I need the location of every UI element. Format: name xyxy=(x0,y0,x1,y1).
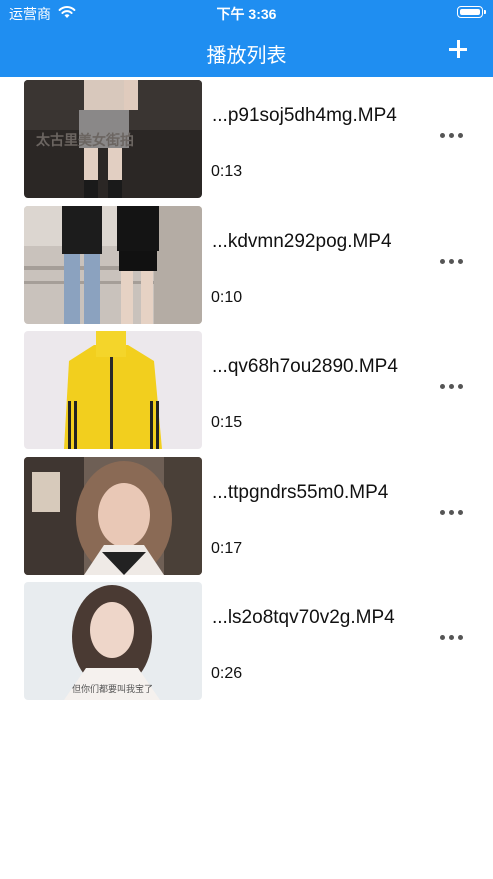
thumbnail-image xyxy=(24,206,202,324)
video-duration: 0:10 xyxy=(211,289,243,306)
video-thumbnail[interactable]: 太古里美女街拍 xyxy=(24,80,202,198)
video-duration: 0:13 xyxy=(211,163,243,180)
thumbnail-image xyxy=(24,331,202,449)
video-thumbnail[interactable] xyxy=(24,457,202,575)
video-duration: 0:15 xyxy=(211,414,243,431)
video-duration: 0:26 xyxy=(211,665,243,682)
more-options-icon[interactable] xyxy=(440,383,466,391)
more-options-icon[interactable] xyxy=(440,258,466,266)
video-filename: ...qv68h7ou2890.MP4 xyxy=(212,356,398,377)
status-bar: 运营商 下午 3:36 xyxy=(0,0,493,26)
video-thumbnail[interactable] xyxy=(24,206,202,324)
video-filename: ...ttpgndrs55m0.MP4 xyxy=(212,482,389,503)
video-filename: ...p91soj5dh4mg.MP4 xyxy=(212,105,397,126)
navigation-bar: 运营商 下午 3:36 播放列表 xyxy=(0,0,493,77)
thumbnail-caption: 但你们都要叫我宝了 xyxy=(72,683,153,695)
list-item[interactable]: 太古里美女街拍 ...p91soj5dh4mg.MP4 0:13 xyxy=(0,77,493,198)
list-item[interactable]: ...kdvmn292pog.MP4 0:10 xyxy=(0,203,493,324)
thumbnail-caption: 太古里美女街拍 xyxy=(36,132,134,149)
more-options-icon[interactable] xyxy=(440,132,466,140)
add-button[interactable] xyxy=(445,36,471,62)
thumbnail-image: 太古里美女街拍 xyxy=(24,80,202,198)
video-filename: ...ls2o8tqv70v2g.MP4 xyxy=(212,607,395,628)
status-time: 下午 3:36 xyxy=(216,6,277,22)
thumbnail-image xyxy=(24,457,202,575)
page-title: 播放列表 xyxy=(206,45,287,67)
list-item[interactable]: 但你们都要叫我宝了 ...ls2o8tqv70v2g.MP4 0:26 xyxy=(0,579,493,700)
thumbnail-image: 但你们都要叫我宝了 xyxy=(24,582,202,700)
video-thumbnail[interactable] xyxy=(24,331,202,449)
list-item[interactable]: ...qv68h7ou2890.MP4 0:15 xyxy=(0,328,493,449)
video-duration: 0:17 xyxy=(211,540,243,557)
list-item[interactable]: ...ttpgndrs55m0.MP4 0:17 xyxy=(0,454,493,575)
more-options-icon[interactable] xyxy=(440,509,466,517)
video-thumbnail[interactable]: 但你们都要叫我宝了 xyxy=(24,582,202,700)
more-options-icon[interactable] xyxy=(440,634,466,642)
video-filename: ...kdvmn292pog.MP4 xyxy=(212,231,392,252)
battery-icon xyxy=(457,6,486,18)
